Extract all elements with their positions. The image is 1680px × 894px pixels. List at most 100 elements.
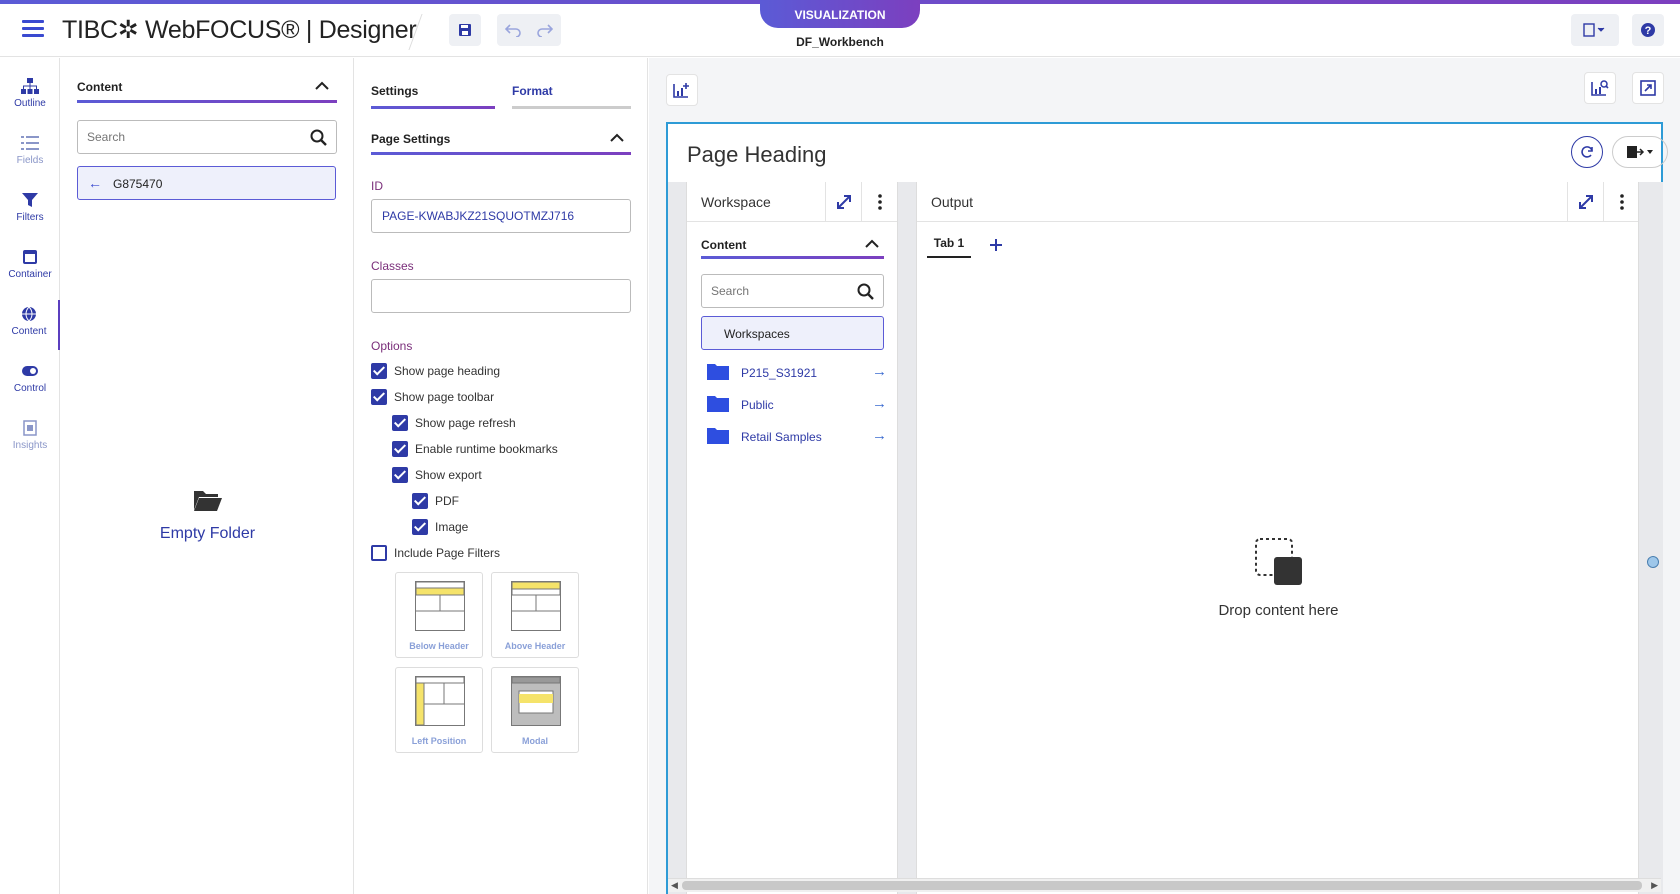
checkbox-checked[interactable] bbox=[412, 519, 428, 535]
checkbox-checked[interactable] bbox=[371, 389, 387, 405]
workspaces-root-item[interactable]: Workspaces bbox=[701, 316, 884, 350]
toggle-icon bbox=[22, 366, 38, 376]
workspace-search-input[interactable] bbox=[702, 275, 847, 307]
list-icon bbox=[21, 136, 39, 150]
workspace-content-underline bbox=[701, 256, 884, 259]
folder-item[interactable]: Retail Samples → bbox=[707, 422, 887, 452]
classes-label: Classes bbox=[371, 259, 414, 273]
filter-position-above-header[interactable]: Above Header bbox=[491, 572, 579, 658]
scroll-right-icon[interactable]: ▶ bbox=[1651, 880, 1658, 891]
arrow-right-icon[interactable]: → bbox=[872, 363, 887, 380]
checkbox-checked[interactable] bbox=[392, 415, 408, 431]
checkbox-checked[interactable] bbox=[412, 493, 428, 509]
save-button[interactable] bbox=[449, 14, 481, 46]
rail-item-fields[interactable]: Fields bbox=[0, 129, 60, 179]
checkbox-unchecked[interactable] bbox=[371, 545, 387, 561]
tab-settings[interactable]: Settings bbox=[371, 84, 418, 98]
app-brand: TIBC✲ WebFOCUS® | Designer bbox=[62, 16, 417, 44]
chart-search-button[interactable] bbox=[1584, 72, 1616, 104]
rail-item-control[interactable]: Control bbox=[0, 357, 60, 407]
search-icon[interactable] bbox=[857, 283, 875, 301]
empty-folder-label: Empty Folder bbox=[159, 525, 256, 542]
workspaces-root-label: Workspaces bbox=[724, 327, 790, 341]
help-button[interactable]: ? bbox=[1632, 14, 1664, 46]
export-dropdown-button[interactable] bbox=[1612, 136, 1668, 168]
filter-position-modal[interactable]: Modal bbox=[491, 667, 579, 753]
output-more-button[interactable] bbox=[1603, 182, 1639, 222]
classes-field[interactable] bbox=[371, 279, 631, 313]
undo-icon[interactable] bbox=[505, 23, 521, 37]
option-include-page-filters[interactable]: Include Page Filters bbox=[371, 545, 500, 561]
diagonal-expand-icon bbox=[836, 195, 851, 209]
add-chart-icon bbox=[673, 83, 689, 98]
checkbox-checked[interactable] bbox=[392, 441, 408, 457]
add-tab-icon[interactable] bbox=[989, 238, 1003, 252]
drop-zone[interactable]: Drop content here bbox=[917, 537, 1640, 619]
rail-item-insights[interactable]: Insights bbox=[0, 414, 60, 464]
workspace-panel-header: Workspace bbox=[687, 182, 897, 222]
refresh-icon bbox=[1581, 146, 1593, 158]
resize-handle-right[interactable] bbox=[1647, 556, 1659, 568]
workspace-more-button[interactable] bbox=[861, 182, 897, 222]
option-show-page-heading[interactable]: Show page heading bbox=[371, 363, 500, 379]
folder-name: Public bbox=[741, 398, 774, 412]
filter-position-below-header[interactable]: Below Header bbox=[395, 572, 483, 658]
option-pdf[interactable]: PDF bbox=[412, 493, 459, 509]
folder-item[interactable]: P215_S31921 → bbox=[707, 358, 887, 388]
layout-icon bbox=[1583, 23, 1605, 37]
tab-1[interactable]: Tab 1 bbox=[927, 234, 971, 258]
rail-item-content[interactable]: Content bbox=[0, 300, 60, 350]
hamburger-menu-icon[interactable] bbox=[22, 20, 44, 38]
tab-format[interactable]: Format bbox=[512, 84, 553, 98]
rail-item-outline[interactable]: Outline bbox=[0, 72, 60, 122]
folder-item[interactable]: Public → bbox=[707, 390, 887, 420]
checkbox-checked[interactable] bbox=[371, 363, 387, 379]
left-rail: Outline Fields Filters Container Content… bbox=[0, 58, 60, 894]
page-settings-underline bbox=[371, 152, 631, 155]
scrollbar-thumb[interactable] bbox=[682, 881, 1642, 890]
arrow-right-icon[interactable]: → bbox=[872, 427, 887, 444]
rail-item-container[interactable]: Container bbox=[0, 243, 60, 293]
output-expand-button[interactable] bbox=[1567, 182, 1603, 222]
arrow-right-icon[interactable]: → bbox=[872, 395, 887, 412]
horizontal-scrollbar[interactable]: ◀ ▶ bbox=[668, 878, 1661, 892]
content-search-input[interactable] bbox=[78, 121, 285, 153]
option-show-page-refresh[interactable]: Show page refresh bbox=[392, 415, 516, 431]
expand-icon bbox=[1640, 80, 1656, 96]
chevron-up-icon[interactable] bbox=[865, 239, 879, 249]
rail-label: Filters bbox=[16, 212, 44, 223]
add-chart-button[interactable] bbox=[666, 74, 698, 106]
rail-item-filters[interactable]: Filters bbox=[0, 186, 60, 236]
rail-label: Control bbox=[13, 383, 47, 394]
redo-icon[interactable] bbox=[537, 23, 553, 37]
checkbox-checked[interactable] bbox=[392, 467, 408, 483]
expand-canvas-button[interactable] bbox=[1632, 72, 1664, 104]
page-frame[interactable]: Page Heading Workspace Content Search Wo… bbox=[666, 122, 1668, 894]
drop-content-icon bbox=[1254, 538, 1302, 585]
rail-label: Container bbox=[8, 269, 52, 280]
refresh-button[interactable] bbox=[1571, 136, 1603, 168]
breadcrumb[interactable]: ← G875470 bbox=[77, 166, 336, 200]
filter-position-left[interactable]: Left Position bbox=[395, 667, 483, 753]
search-icon[interactable] bbox=[310, 129, 328, 147]
visualization-mode-tab[interactable]: VISUALIZATION bbox=[760, 0, 920, 28]
back-arrow-icon[interactable]: ← bbox=[88, 175, 102, 191]
option-image[interactable]: Image bbox=[412, 519, 468, 535]
workspace-expand-button[interactable] bbox=[825, 182, 861, 222]
folder-name: Retail Samples bbox=[741, 430, 822, 444]
content-search-field[interactable] bbox=[77, 120, 337, 154]
option-label: Enable runtime bookmarks bbox=[415, 442, 558, 456]
option-show-page-toolbar[interactable]: Show page toolbar bbox=[371, 389, 494, 405]
option-show-export[interactable]: Show export bbox=[392, 467, 482, 483]
workspace-search-field[interactable] bbox=[701, 274, 884, 308]
app-header: TIBC✲ WebFOCUS® | Designer VISUALIZATION… bbox=[0, 0, 1680, 57]
id-field[interactable]: PAGE-KWABJKZ21SQUOTMZJ716 bbox=[371, 199, 631, 233]
option-enable-runtime-bookmarks[interactable]: Enable runtime bookmarks bbox=[392, 441, 558, 457]
globe-icon bbox=[22, 306, 36, 322]
save-icon bbox=[459, 24, 471, 36]
chevron-up-icon[interactable] bbox=[610, 133, 624, 143]
layout-dropdown-button[interactable] bbox=[1571, 14, 1619, 46]
scroll-left-icon[interactable]: ◀ bbox=[671, 880, 678, 891]
chevron-up-icon[interactable] bbox=[315, 81, 329, 91]
panel-splitter[interactable] bbox=[898, 182, 916, 894]
